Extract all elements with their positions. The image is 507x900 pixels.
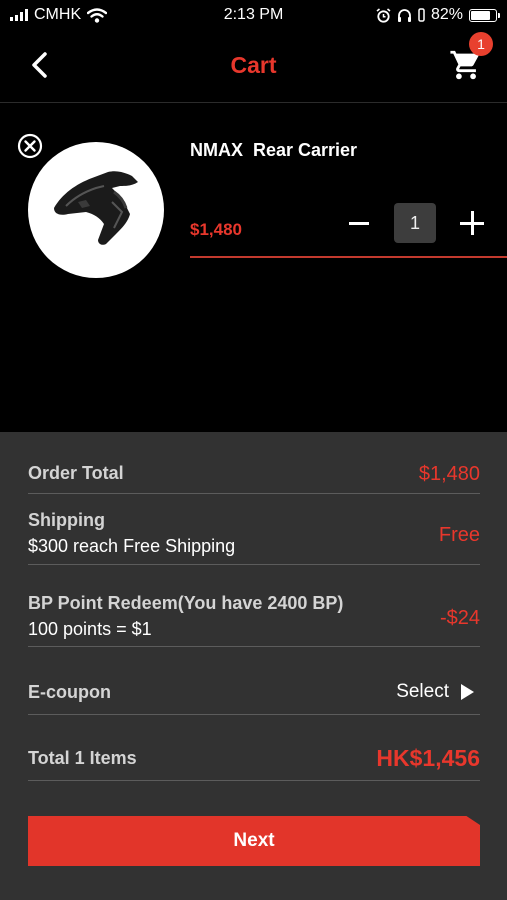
order-total-value: $1,480 bbox=[418, 463, 480, 485]
product-thumbnail bbox=[28, 142, 164, 278]
rear-carrier-image bbox=[54, 171, 138, 245]
increase-quantity-button[interactable] bbox=[460, 211, 484, 235]
order-total-label: Order Total bbox=[28, 463, 124, 483]
e-coupon-label: E-coupon bbox=[28, 682, 111, 702]
status-right: 82% bbox=[376, 6, 500, 24]
bp-redeem-row[interactable]: BP Point Redeem(You have 2400 BP) 100 po… bbox=[28, 565, 480, 647]
minus-icon bbox=[349, 221, 369, 225]
cart-button[interactable]: 1 bbox=[449, 32, 493, 84]
lock-rotation-icon bbox=[418, 8, 425, 22]
shipping-label: Shipping bbox=[28, 510, 105, 530]
e-coupon-row[interactable]: E-coupon Select bbox=[28, 647, 480, 715]
app-header: Cart 1 bbox=[0, 30, 507, 103]
battery-icon bbox=[469, 8, 500, 22]
shipping-value: Free bbox=[438, 524, 480, 546]
order-total-row: Order Total $1,480 bbox=[28, 456, 480, 494]
status-bar: CMHK 2:13 PM 82% bbox=[0, 0, 507, 30]
battery-percent: 82% bbox=[430, 6, 463, 23]
next-button[interactable]: Next bbox=[28, 816, 480, 866]
alarm-icon bbox=[376, 7, 391, 23]
remove-item-icon[interactable] bbox=[17, 133, 43, 159]
headphones-icon bbox=[397, 8, 411, 22]
play-arrow-icon bbox=[461, 684, 474, 700]
bp-redeem-note: 100 points = $1 bbox=[28, 619, 152, 639]
total-items-row: Total 1 Items HK$1,456 bbox=[28, 715, 480, 781]
quantity-field[interactable]: 1 bbox=[394, 203, 436, 243]
page-title: Cart bbox=[230, 52, 277, 78]
e-coupon-select[interactable]: Select bbox=[396, 681, 474, 703]
bp-redeem-value: -$24 bbox=[439, 607, 480, 629]
item-divider bbox=[190, 256, 507, 258]
product-name: NMAX Rear Carrier bbox=[190, 140, 358, 160]
total-items-label: Total 1 Items bbox=[28, 748, 137, 768]
shipping-row: Shipping $300 reach Free Shipping Free bbox=[28, 494, 480, 565]
e-coupon-select-label: Select bbox=[396, 681, 449, 702]
decrease-quantity-button[interactable] bbox=[347, 208, 371, 238]
bp-redeem-label: BP Point Redeem(You have 2400 BP) bbox=[28, 593, 344, 613]
product-price: $1,480 bbox=[190, 220, 242, 239]
shipping-note: $300 reach Free Shipping bbox=[28, 536, 236, 556]
cart-count-badge: 1 bbox=[469, 32, 493, 56]
total-amount: HK$1,456 bbox=[376, 745, 480, 771]
